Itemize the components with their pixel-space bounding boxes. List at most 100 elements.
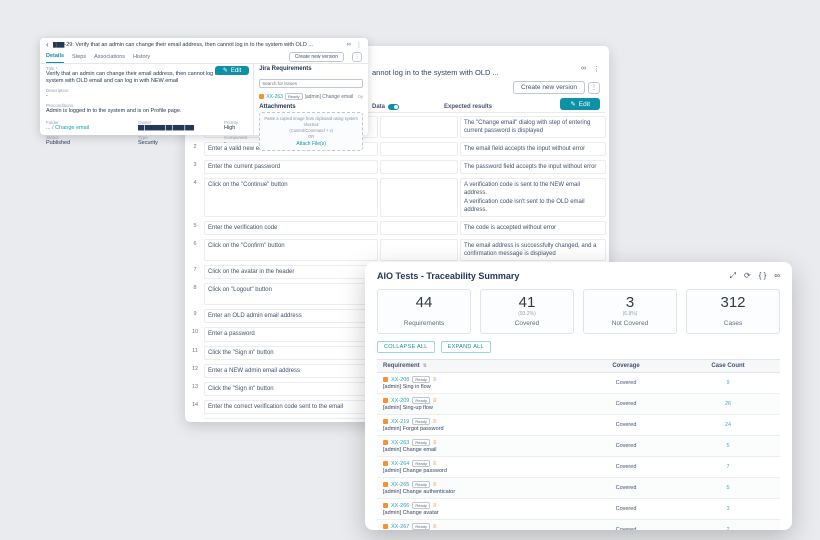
stat-card-not-covered: 3 (6.8%) Not Covered bbox=[583, 289, 677, 334]
step-number: 9 bbox=[188, 309, 202, 323]
step-description-cell[interactable]: Click on the avatar in the header bbox=[204, 265, 378, 279]
issue-status-badge: Ready bbox=[412, 523, 430, 530]
step-description-cell[interactable]: Enter the current password bbox=[204, 160, 378, 174]
link-icon[interactable]: ∞ bbox=[774, 271, 780, 281]
kebab-menu-icon[interactable]: ⋮ bbox=[593, 65, 600, 73]
rank-icon: ≡ bbox=[433, 377, 437, 383]
requirement-cell: XX-209Ready≡[admin] Sing-up flow bbox=[383, 397, 570, 411]
issue-key-link[interactable]: XX-265 bbox=[391, 482, 409, 488]
step-row: 5Enter the verification codeThe code is … bbox=[188, 219, 606, 237]
step-data-cell[interactable] bbox=[380, 221, 458, 235]
kebab-menu-icon[interactable]: ⋮ bbox=[356, 42, 362, 49]
issue-key-link[interactable]: XX-264 bbox=[391, 461, 409, 467]
coverage-value: Covered bbox=[570, 422, 682, 428]
attach-files-link[interactable]: Attach File(s) bbox=[262, 141, 360, 147]
attachment-dropzone[interactable]: Paste a copied image from clipboard usin… bbox=[259, 112, 363, 151]
case-count-link[interactable]: 5 bbox=[682, 485, 774, 491]
step-expected-cell[interactable]: A verification code is sent to the NEW e… bbox=[460, 178, 606, 216]
step-description-cell[interactable]: Enter an OLD admin email address bbox=[204, 309, 378, 323]
requirement-row[interactable]: XX-263Ready≡[admin] Change emailCovered5 bbox=[377, 436, 780, 457]
step-expected-cell[interactable]: The "Change email" dialog with step of e… bbox=[460, 116, 606, 138]
rank-icon: ≡ bbox=[433, 461, 437, 467]
jira-search-input[interactable] bbox=[259, 79, 363, 88]
issue-key-link[interactable]: XX-219 bbox=[391, 419, 409, 425]
case-count-link[interactable]: 9 bbox=[682, 380, 774, 386]
step-data-cell[interactable] bbox=[380, 116, 458, 138]
back-icon[interactable]: ‹ bbox=[46, 41, 49, 49]
folder-field-value[interactable]: ... / Change email bbox=[46, 125, 132, 132]
link-icon[interactable]: ∞ bbox=[347, 42, 351, 49]
step-description-cell[interactable]: Click the "Confirm" button bbox=[204, 418, 378, 419]
step-description-cell[interactable]: Enter the correct verification code sent… bbox=[204, 400, 378, 414]
requirement-column-header[interactable]: Requirement bbox=[383, 363, 420, 369]
step-description-cell[interactable]: Enter the verification code bbox=[204, 221, 378, 235]
window-header-icons: ∞ ⋮ bbox=[347, 42, 362, 49]
issue-key-link[interactable]: XX-266 bbox=[391, 503, 409, 509]
stat-value: 312 bbox=[687, 294, 779, 311]
requirements-table: Requirement ⇅ Coverage Case Count XX-208… bbox=[377, 359, 780, 530]
expand-icon[interactable]: ⤢ bbox=[730, 271, 736, 281]
requirement-row[interactable]: XX-209Ready≡[admin] Sing-up flowCovered2… bbox=[377, 394, 780, 415]
sort-icon[interactable]: ⇅ bbox=[423, 363, 427, 369]
step-data-cell[interactable] bbox=[380, 160, 458, 174]
issue-key-link[interactable]: XX-208 bbox=[391, 377, 409, 383]
sync-icon[interactable]: ⟳ bbox=[744, 271, 751, 281]
step-description-cell[interactable]: Enter a NEW admin email address bbox=[204, 364, 378, 378]
linked-requirement-row[interactable]: XX-263 Ready [admin] Change email by bbox=[259, 93, 363, 100]
tab-details[interactable]: Details bbox=[46, 51, 64, 63]
step-description-cell[interactable]: Enter a password bbox=[204, 327, 378, 341]
issue-key-link[interactable]: XX-267 bbox=[391, 524, 409, 530]
requirement-row[interactable]: XX-208Ready≡[admin] Sing in flowCovered9 bbox=[377, 373, 780, 394]
case-count-link[interactable]: 2 bbox=[682, 527, 774, 530]
stat-card-cases: 312 Cases bbox=[686, 289, 780, 334]
step-description-cell[interactable]: Click on the "Confirm" button bbox=[204, 239, 378, 261]
embed-code-icon[interactable]: { } bbox=[759, 271, 767, 281]
link-icon[interactable]: ∞ bbox=[581, 65, 586, 73]
step-description-cell[interactable]: Click on "Logout" button bbox=[204, 283, 378, 305]
requirement-row[interactable]: XX-219Ready≡[admin] Forgot passwordCover… bbox=[377, 415, 780, 436]
case-count-link[interactable]: 26 bbox=[682, 401, 774, 407]
jira-requirements-panel: Jira Requirements XX-263 Ready [admin] C… bbox=[253, 64, 368, 136]
type-field-value[interactable]: Security bbox=[138, 140, 218, 147]
step-expected-cell[interactable]: The email field accepts the input withou… bbox=[460, 142, 606, 156]
requirement-row[interactable]: XX-266Ready≡[admin] Change avatarCovered… bbox=[377, 499, 780, 520]
expand-all-button[interactable]: EXPAND ALL bbox=[441, 341, 491, 353]
case-count-link[interactable]: 5 bbox=[682, 443, 774, 449]
collapse-all-button[interactable]: COLLAPSE ALL bbox=[377, 341, 435, 353]
tab-steps[interactable]: Steps bbox=[72, 52, 86, 63]
data-column-toggle[interactable] bbox=[388, 104, 399, 110]
more-actions-button[interactable]: ⋮ bbox=[588, 82, 600, 94]
issue-key-link[interactable]: XX-263 bbox=[391, 440, 409, 446]
create-new-version-button[interactable]: Create new version bbox=[513, 81, 585, 94]
requirement-type-icon bbox=[383, 461, 388, 466]
step-description-cell[interactable]: Click the "Sign in" button bbox=[204, 346, 378, 360]
step-expected-cell[interactable]: The code is accepted without error bbox=[460, 221, 606, 235]
create-new-version-button[interactable]: Create new version bbox=[289, 52, 344, 62]
requirement-cell: XX-265Ready≡[admin] Change authenticator bbox=[383, 481, 570, 495]
case-count-link[interactable]: 24 bbox=[682, 422, 774, 428]
step-expected-cell[interactable]: The password field accepts the input wit… bbox=[460, 160, 606, 174]
step-data-cell[interactable] bbox=[380, 239, 458, 261]
issue-key-link[interactable]: XX-263 bbox=[266, 94, 283, 100]
requirement-row[interactable]: XX-264Ready≡[admin] Change passwordCover… bbox=[377, 457, 780, 478]
requirement-cell: XX-264Ready≡[admin] Change password bbox=[383, 460, 570, 474]
owner-field-value[interactable]: ██ ███████ ██ ████ ███ bbox=[138, 125, 218, 131]
step-data-cell[interactable] bbox=[380, 142, 458, 156]
requirement-row[interactable]: XX-267Ready≡[admin] Use email for authen… bbox=[377, 520, 780, 530]
step-description-cell[interactable]: Click the "Sign in" button bbox=[204, 382, 378, 396]
requirement-row[interactable]: XX-265Ready≡[admin] Change authenticator… bbox=[377, 478, 780, 499]
more-actions-button[interactable]: ⋮ bbox=[352, 52, 362, 62]
case-count-link[interactable]: 3 bbox=[682, 506, 774, 512]
case-count-link[interactable]: 7 bbox=[682, 464, 774, 470]
step-expected-cell[interactable]: The email address is successfully change… bbox=[460, 239, 606, 261]
step-data-cell[interactable] bbox=[380, 178, 458, 216]
requirement-type-icon bbox=[383, 440, 388, 445]
issue-key-link[interactable]: XX-209 bbox=[391, 398, 409, 404]
step-description-cell[interactable]: Click on the "Continue" button bbox=[204, 178, 378, 216]
status-field-value[interactable]: Published bbox=[46, 140, 132, 147]
priority-field-value[interactable]: High bbox=[224, 125, 247, 132]
component-field-value: - bbox=[224, 140, 247, 147]
tab-associations[interactable]: Associations bbox=[94, 52, 125, 63]
tab-history[interactable]: History bbox=[133, 52, 150, 63]
edit-button[interactable]: ✎ Edit bbox=[215, 66, 249, 75]
